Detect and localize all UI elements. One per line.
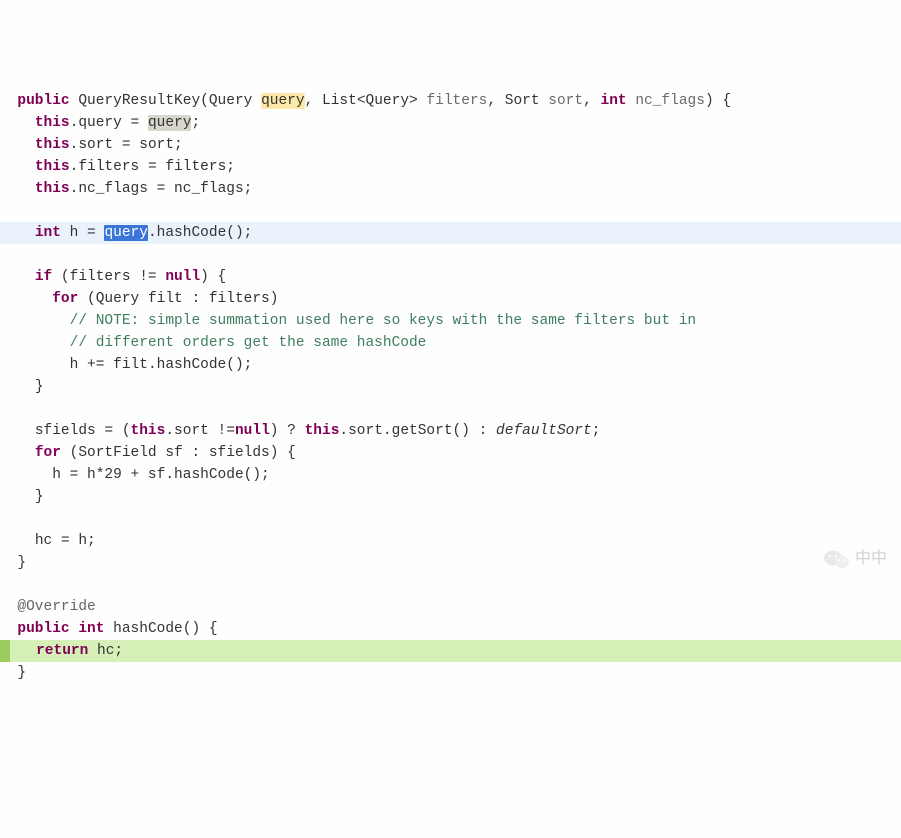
code-line xyxy=(0,577,9,593)
code-line: public int hashCode() { xyxy=(0,621,218,637)
watermark: 中中 xyxy=(823,548,887,570)
code-line: this.nc_flags = nc_flags; xyxy=(0,181,252,197)
code-line: @Override xyxy=(0,599,96,615)
code-line: this.sort = sort; xyxy=(0,137,183,153)
code-line: this.filters = filters; xyxy=(0,159,235,175)
highlight-occurrence: query xyxy=(148,115,192,131)
code-line: } xyxy=(0,379,44,395)
highlight-match: query xyxy=(261,93,305,109)
code-line: // different orders get the same hashCod… xyxy=(0,335,426,351)
code-line: } xyxy=(0,489,44,505)
code-line xyxy=(0,401,9,417)
code-line: h += filt.hashCode(); xyxy=(0,357,252,373)
code-line: } xyxy=(0,665,26,681)
code-line xyxy=(0,511,9,527)
code-editor[interactable]: public QueryResultKey(Query query, List<… xyxy=(0,90,901,684)
code-line: for (Query filt : filters) xyxy=(0,291,278,307)
code-line: public QueryResultKey(Query query, List<… xyxy=(0,93,731,109)
code-line: hc = h; xyxy=(0,533,96,549)
code-line: if (filters != null) { xyxy=(0,269,226,285)
code-line: this.query = query; xyxy=(0,115,200,131)
comment: // NOTE: simple summation used here so k… xyxy=(70,313,697,329)
code-line: } xyxy=(0,555,26,571)
code-line: for (SortField sf : sfields) { xyxy=(0,445,296,461)
code-line: sfields = (this.sort !=null) ? this.sort… xyxy=(0,423,600,439)
coverage-line: return hc; xyxy=(0,640,901,662)
annotation: @Override xyxy=(17,599,95,615)
code-line: h = h*29 + sf.hashCode(); xyxy=(0,467,270,483)
code-line xyxy=(0,203,9,219)
current-line: int h = query.hashCode(); xyxy=(0,222,901,244)
comment: // different orders get the same hashCod… xyxy=(70,335,427,351)
watermark-text: 中中 xyxy=(855,548,887,570)
code-line xyxy=(0,247,9,263)
code-line: // NOTE: simple summation used here so k… xyxy=(0,313,696,329)
selection: query xyxy=(104,225,148,241)
wechat-icon xyxy=(823,548,851,570)
